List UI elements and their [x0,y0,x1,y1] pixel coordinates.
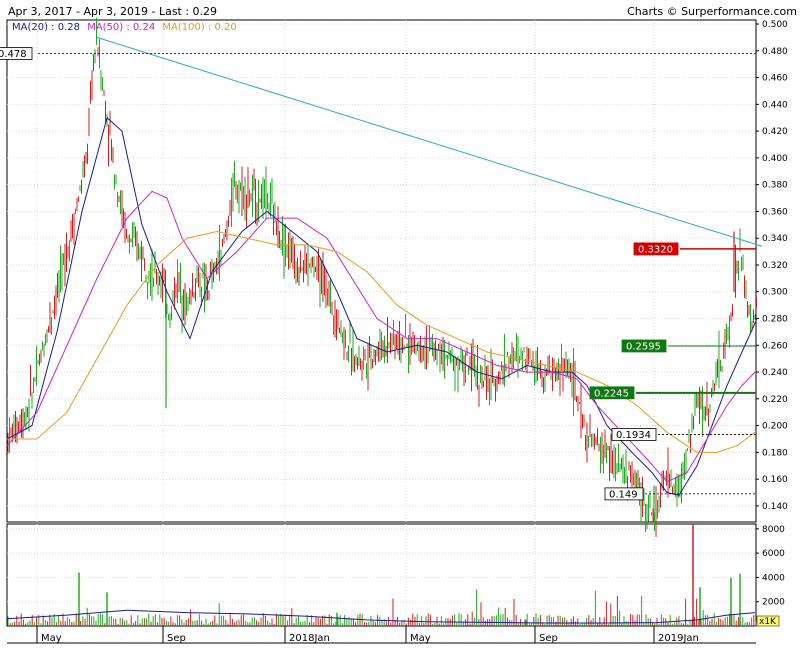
chart-brand[interactable]: Charts © Surperformance.com [627,5,797,18]
level-label: 0.2245 [594,388,629,399]
legend-ma50: MA(50) : 0.24 [87,22,156,33]
y-tick-label: 0.220 [762,395,788,405]
chart-date-range: Apr 3, 2017 - Apr 3, 2019 - Last : 0.29 [8,5,218,18]
legend-ma100: MA(100) : 0.20 [162,22,237,33]
y-tick-label: 0.400 [762,154,788,164]
volume-tick-label: 4000 [762,573,785,583]
y-tick-label: 0.200 [762,422,788,432]
volume-unit-label: x1K [759,617,777,627]
y-tick-label: 0.340 [762,234,788,244]
y-tick-label: 0.480 [762,47,788,57]
volume-ma-line [6,609,756,624]
y-tick-label: 0.280 [762,315,788,325]
y-tick-label: 0.320 [762,261,788,271]
level-label: 0.478 [0,49,27,60]
resistance-trendline [96,36,763,247]
price-panel-frame [6,19,757,523]
y-tick-label: 0.240 [762,368,788,378]
y-tick-label: 0.180 [762,448,788,458]
x-tick-label: Sep [539,633,558,644]
volume-tick-label: 6000 [762,549,785,559]
volume-tick-label: 2000 [762,598,785,608]
y-tick-label: 0.260 [762,341,788,351]
level-label: 0.1934 [616,430,651,441]
y-tick-label: 0.460 [762,74,788,84]
x-tick-label: May [410,633,431,644]
y-tick-label: 0.300 [762,288,788,298]
volume-tick-label: 8000 [762,525,785,535]
x-tick-label: 2018Jan [289,633,330,644]
x-tick-label: May [41,633,62,644]
y-tick-label: 0.140 [762,502,788,512]
level-label: 0.3320 [638,244,673,255]
legend-ma20: MA(20) : 0.28 [12,22,80,33]
y-tick-label: 0.500 [762,20,788,30]
x-tick-label: 2019Jan [658,633,699,644]
x-tick-label: Sep [167,633,186,644]
y-tick-label: 0.360 [762,207,788,217]
chart-legend: MA(20) : 0.28 MA(50) : 0.24 MA(100) : 0.… [12,22,241,33]
y-tick-label: 0.380 [762,181,788,191]
level-label: 0.2595 [626,341,661,352]
stock-chart: 0.140 0.160 0.180 0.200 0.220 0.240 0.260 0.280… [0,17,788,644]
y-tick-label: 0.160 [762,475,788,485]
y-tick-label: 0.440 [762,100,788,110]
level-label: 0.149 [609,489,638,500]
y-tick-label: 0.420 [762,127,788,137]
